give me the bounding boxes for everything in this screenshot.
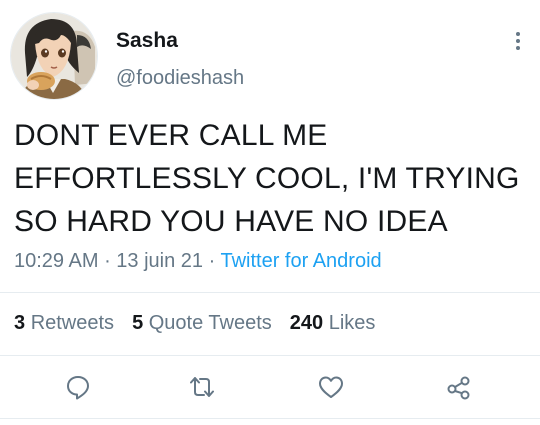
divider xyxy=(0,418,540,419)
tweet-meta: 10:29 AM · 13 juin 21 · Twitter for Andr… xyxy=(14,250,382,273)
avatar-image xyxy=(11,13,97,99)
more-vertical-icon xyxy=(516,32,520,50)
tweet-text-line: DONT EVER CALL ME xyxy=(14,119,328,152)
heart-icon xyxy=(319,376,343,398)
retweets-label: Retweets xyxy=(30,312,115,334)
meta-separator: · xyxy=(203,250,221,272)
tweet-actions xyxy=(0,360,540,412)
retweet-button[interactable] xyxy=(187,372,217,402)
divider xyxy=(0,355,540,356)
meta-separator: · xyxy=(98,250,117,272)
divider xyxy=(0,292,540,293)
tweet-text: DONT EVER CALL ME EFFORTLESSLY COOL, I'M… xyxy=(14,114,524,243)
likes-count: 240 xyxy=(289,312,324,334)
more-options-button[interactable] xyxy=(508,26,528,56)
tweet-stats: 3 Retweets 5 Quote Tweets 240 Likes xyxy=(14,312,393,335)
retweets-stat[interactable]: 3 Retweets xyxy=(14,312,114,334)
reply-icon xyxy=(67,376,89,400)
retweet-icon xyxy=(190,377,214,397)
likes-stat[interactable]: 240 Likes xyxy=(290,312,376,334)
author-handle[interactable]: @foodieshash xyxy=(116,67,244,90)
quote-tweets-count: 5 xyxy=(132,312,144,334)
tweet-text-line: EFFORTLESSLY COOL, I'M TRYING xyxy=(14,162,520,195)
quote-tweets-stat[interactable]: 5 Quote Tweets xyxy=(132,312,272,334)
author-name[interactable]: Sasha xyxy=(116,29,178,53)
tweet-date[interactable]: 13 juin 21 xyxy=(116,250,203,272)
avatar[interactable] xyxy=(10,12,98,100)
retweets-count: 3 xyxy=(14,312,26,334)
tweet-source-link[interactable]: Twitter for Android xyxy=(220,250,381,272)
likes-label: Likes xyxy=(328,312,376,334)
tweet-header: Sasha @foodieshash xyxy=(0,0,540,110)
quote-tweets-label: Quote Tweets xyxy=(148,312,272,334)
tweet-text-line: SO HARD YOU HAVE NO IDEA xyxy=(14,205,448,238)
like-button[interactable] xyxy=(316,372,346,402)
tweet-time[interactable]: 10:29 AM xyxy=(14,250,99,272)
share-icon xyxy=(447,376,470,400)
share-button[interactable] xyxy=(444,372,474,402)
reply-button[interactable] xyxy=(63,372,93,402)
